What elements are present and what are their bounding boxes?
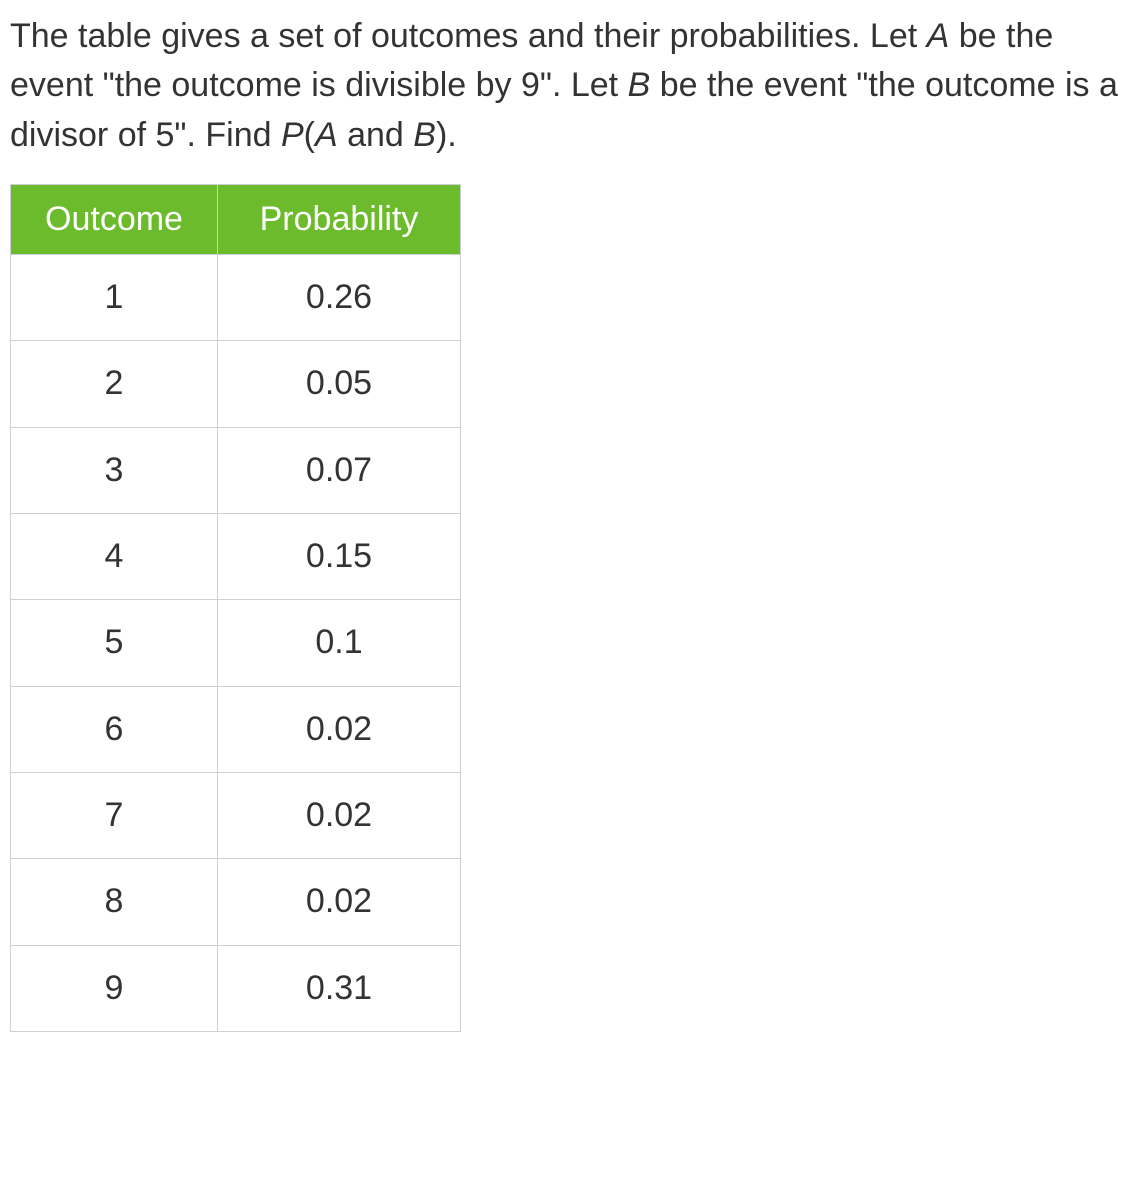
event-B: B: [628, 66, 651, 104]
table-row: 9 0.31: [11, 945, 461, 1031]
outcome-cell: 5: [11, 600, 218, 686]
table-row: 7 0.02: [11, 772, 461, 858]
probability-cell: 0.26: [218, 255, 461, 341]
probability-cell: 0.07: [218, 427, 461, 513]
table-row: 8 0.02: [11, 859, 461, 945]
outcome-cell: 7: [11, 772, 218, 858]
table-row: 4 0.15: [11, 514, 461, 600]
outcome-cell: 9: [11, 945, 218, 1031]
outcome-cell: 2: [11, 341, 218, 427]
prob-P: P: [281, 116, 304, 154]
question-text: The table gives a set of outcomes and th…: [10, 12, 1130, 160]
probability-table: Outcome Probability 1 0.26 2 0.05 3 0.07…: [10, 184, 461, 1032]
table-row: 1 0.26: [11, 255, 461, 341]
table-row: 2 0.05: [11, 341, 461, 427]
outcome-cell: 4: [11, 514, 218, 600]
question-part: The table gives a set of outcomes and th…: [10, 17, 927, 55]
outcome-cell: 6: [11, 686, 218, 772]
probability-cell: 0.1: [218, 600, 461, 686]
table-row: 5 0.1: [11, 600, 461, 686]
col-header-probability: Probability: [218, 184, 461, 254]
probability-cell: 0.02: [218, 772, 461, 858]
col-header-outcome: Outcome: [11, 184, 218, 254]
outcome-cell: 1: [11, 255, 218, 341]
table-row: 3 0.07: [11, 427, 461, 513]
paren-close: ).: [436, 116, 457, 154]
probability-cell: 0.02: [218, 686, 461, 772]
outcome-cell: 3: [11, 427, 218, 513]
paren-open: (: [304, 116, 315, 154]
table-header-row: Outcome Probability: [11, 184, 461, 254]
probability-cell: 0.31: [218, 945, 461, 1031]
event-B: B: [413, 116, 436, 154]
outcome-cell: 8: [11, 859, 218, 945]
and-word: and: [338, 116, 414, 154]
table-row: 6 0.02: [11, 686, 461, 772]
event-A: A: [315, 116, 338, 154]
probability-cell: 0.05: [218, 341, 461, 427]
event-A: A: [927, 17, 950, 55]
probability-cell: 0.15: [218, 514, 461, 600]
probability-cell: 0.02: [218, 859, 461, 945]
